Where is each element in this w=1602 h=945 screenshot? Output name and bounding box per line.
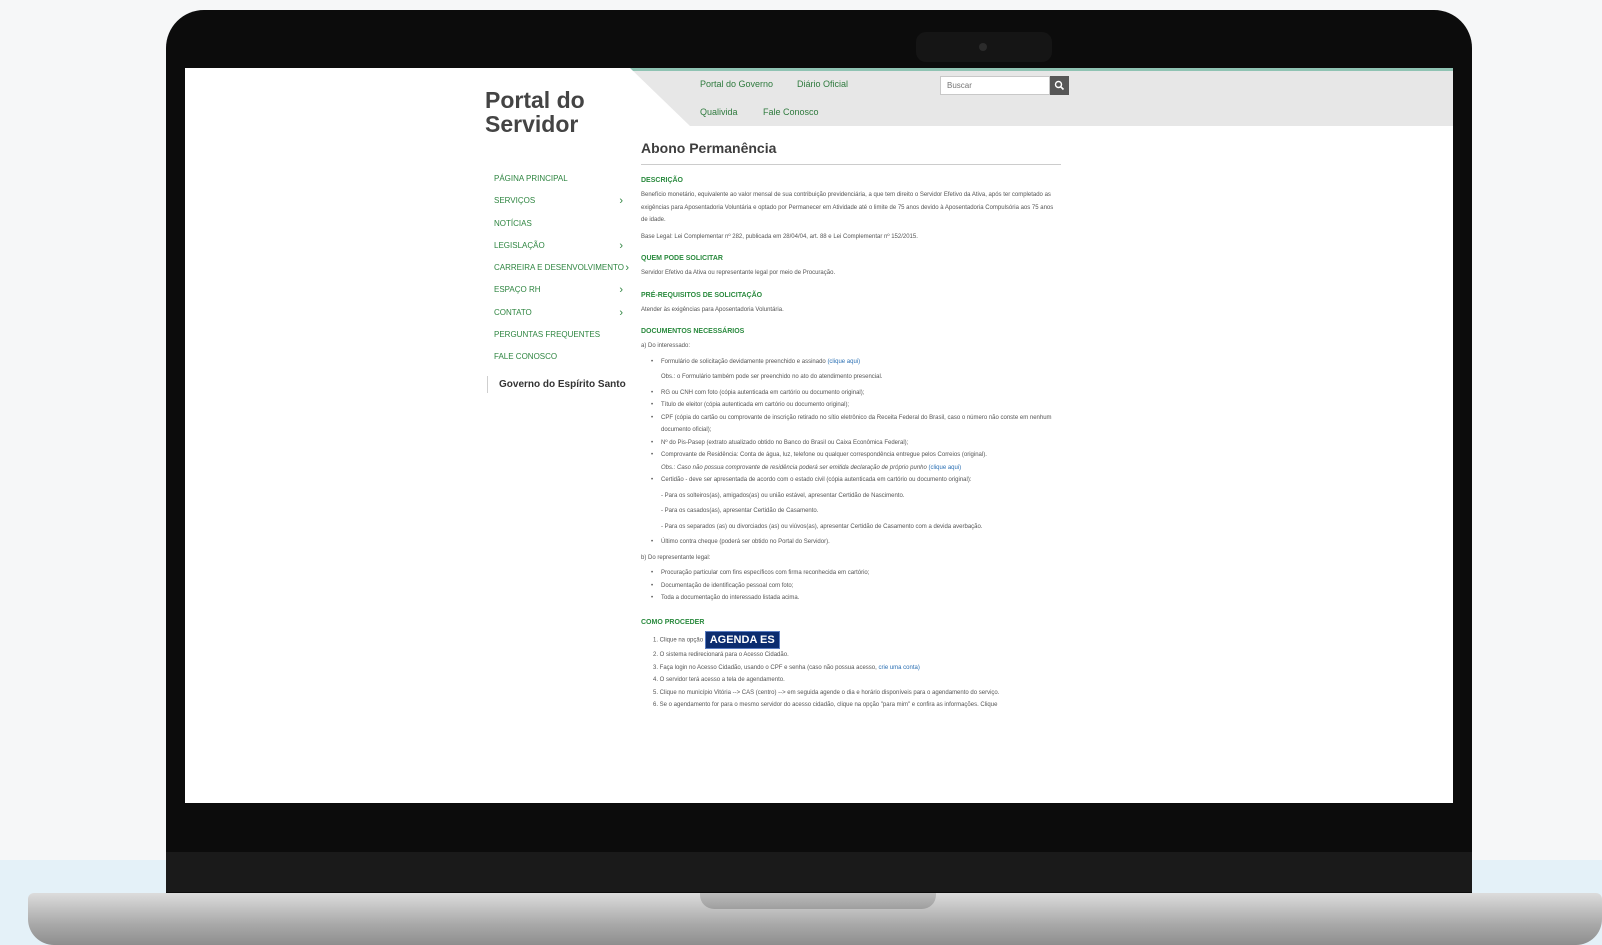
- sidebar-item-label: FALE CONOSCO: [494, 352, 558, 362]
- sidebar-item-espaco-rh[interactable]: ESPAÇO RH ›: [494, 279, 624, 301]
- sidebar-item-legislacao[interactable]: LEGISLAÇÃO ›: [494, 235, 624, 257]
- form-link[interactable]: (clique aqui): [827, 359, 860, 365]
- section-heading-como: COMO PROCEDER: [641, 618, 705, 626]
- step-2: 2. O sistema redirecionará para o Acesso…: [653, 652, 789, 659]
- step-1-text: 1. Clique na opção: [653, 637, 704, 644]
- list-item: Toda a documentação do interessado lista…: [641, 592, 1061, 605]
- sidebar-item-contato[interactable]: CONTATO ›: [494, 302, 624, 324]
- form-obs: Obs.: o Formulário também pode ser preen…: [661, 374, 883, 380]
- laptop-chin: [166, 852, 1472, 892]
- sidebar-menu: PÁGINA PRINCIPAL SERVIÇOS › NOTÍCIAS LEGI…: [494, 168, 629, 369]
- residencia-link[interactable]: (clique aqui): [929, 465, 962, 471]
- nav-portal-governo[interactable]: Portal do Governo: [700, 79, 773, 89]
- list-item: RG ou CNH com foto (cópia autenticada em…: [641, 387, 1061, 400]
- descricao-text: Benefício monetário, equivalente ao valo…: [641, 192, 1054, 223]
- sidebar-item-perguntas[interactable]: PERGUNTAS FREQUENTES: [494, 324, 624, 346]
- step-4: 4. O servidor terá acesso a tela de agen…: [653, 677, 785, 684]
- form-text: Formulário de solicitação devidamente pr…: [661, 358, 826, 365]
- chevron-right-icon: ›: [625, 262, 629, 275]
- list-item: Formulário de solicitação devidamente pr…: [641, 356, 1061, 369]
- docs-b-label: b) Do representante legal:: [641, 554, 711, 561]
- sidebar-item-label: PERGUNTAS FREQUENTES: [494, 330, 601, 340]
- list-item: - Para os separados (as) ou divorciados …: [661, 523, 983, 530]
- sidebar-item-label: CONTATO: [494, 307, 532, 317]
- quem-text: Servidor Efetivo da Ativa ou representan…: [641, 270, 836, 276]
- sidebar-item-carreira[interactable]: CARREIRA E DESENVOLVIMENTO ›: [494, 257, 629, 279]
- docs-a-label: a) Do interessado:: [641, 343, 691, 349]
- nav-fale-conosco[interactable]: Fale Conosco: [763, 107, 819, 117]
- camera-notch: [916, 32, 1052, 62]
- sidebar-item-label: LEGISLAÇÃO: [494, 240, 545, 250]
- list-item: Último contra cheque (poderá ser obtido …: [641, 536, 1061, 549]
- sidebar-item-noticias[interactable]: NOTÍCIAS: [494, 213, 624, 235]
- sidebar-item-fale-conosco[interactable]: FALE CONOSCO: [494, 346, 624, 368]
- sidebar-item-servicos[interactable]: SERVIÇOS ›: [494, 190, 624, 212]
- search-input[interactable]: [940, 76, 1050, 95]
- list-item: Nº do Pis-Pasep (extrato atualizado obti…: [641, 437, 1061, 450]
- nav-diario-oficial[interactable]: Diário Oficial: [797, 79, 848, 89]
- step-6: 6. Se o agendamento for para o mesmo ser…: [653, 702, 998, 709]
- list-item: Comprovante de Residência: Conta de água…: [641, 449, 1061, 462]
- nav-qualivida[interactable]: Qualivida: [700, 107, 738, 117]
- gov-es-link[interactable]: Governo do Espírito Santo: [487, 376, 626, 393]
- chevron-right-icon: ›: [619, 239, 623, 252]
- list-item: Documentação de identificação pessoal co…: [641, 580, 1061, 593]
- step-1: 1. Clique na opção AGENDA ES: [641, 630, 1061, 650]
- list-item: CPF (cópia do cartão ou comprovante de i…: [641, 412, 1061, 437]
- sidebar-item-pagina-principal[interactable]: PÁGINA PRINCIPAL: [494, 168, 624, 190]
- section-heading-pre: PRÉ-REQUISITOS DE SOLICITAÇÃO: [641, 291, 763, 299]
- base-legal-text: Base Legal: Lei Complementar nº 282, pub…: [641, 233, 918, 240]
- step-3-text: 3. Faça login no Acesso Cidadão, usando …: [653, 664, 877, 671]
- list-item: Certidão - deve ser apresentada de acord…: [641, 474, 1061, 487]
- list-item: - Para os casados(as), apresentar Certid…: [661, 508, 819, 514]
- step-3: 3. Faça login no Acesso Cidadão, usando …: [641, 662, 1061, 675]
- sidebar-item-label: ESPAÇO RH: [494, 285, 541, 295]
- list-item: Procuração particular com fins específic…: [641, 567, 1061, 580]
- search-icon: [1054, 80, 1065, 91]
- create-account-link[interactable]: crie uma conta): [878, 665, 919, 671]
- agenda-es-button[interactable]: AGENDA ES: [704, 630, 780, 649]
- chevron-right-icon: ›: [619, 195, 623, 208]
- residencia-obs: Obs.: Caso não possua comprovante de res…: [661, 464, 927, 471]
- list-item: Obs.: Caso não possua comprovante de res…: [641, 462, 1061, 475]
- sidebar-item-label: CARREIRA E DESENVOLVIMENTO: [494, 263, 624, 273]
- section-heading-descricao: DESCRIÇÃO: [641, 177, 684, 184]
- search-button[interactable]: [1050, 76, 1069, 95]
- sidebar-item-label: NOTÍCIAS: [494, 218, 532, 228]
- step-5: 5. Clique no município Vitória --> CAS (…: [653, 689, 1000, 696]
- main-content: Abono Permanência DESCRIÇÃO Benefício mo…: [641, 140, 1061, 712]
- chevron-right-icon: ›: [619, 284, 623, 297]
- chevron-right-icon: ›: [619, 306, 623, 319]
- site-brand[interactable]: Portal do Servidor: [485, 88, 635, 136]
- section-heading-quem: QUEM PODE SOLICITAR: [641, 255, 723, 262]
- section-heading-docs: DOCUMENTOS NECESSÁRIOS: [641, 328, 745, 335]
- browser-viewport: Portal do Governo Diário Oficial Qualivi…: [185, 68, 1453, 803]
- page-title: Abono Permanência: [641, 140, 1061, 165]
- list-item: - Para os solteiros(as), amigados(as) ou…: [661, 492, 905, 499]
- camera-icon: [979, 43, 987, 51]
- sidebar-item-label: PÁGINA PRINCIPAL: [494, 174, 568, 183]
- pre-text: Atender às exigências para Aposentadoria…: [641, 306, 784, 313]
- list-item: Título de eleitor (cópia autenticada em …: [641, 399, 1061, 412]
- sidebar-item-label: SERVIÇOS: [494, 196, 536, 206]
- laptop-lid-notch: [700, 893, 936, 909]
